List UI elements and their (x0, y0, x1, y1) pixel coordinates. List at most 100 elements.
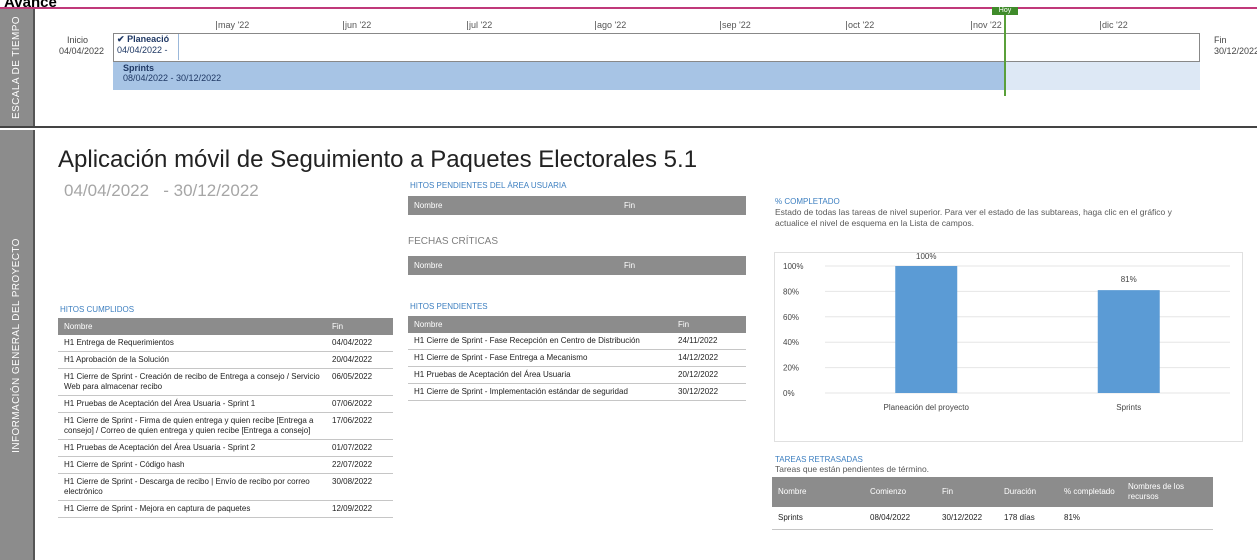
timescale-side-label: ESCALA DE TIEMPO (0, 9, 33, 126)
pct-chart[interactable]: 0% 20% 40% 60% 80% 100% 100% Planeación del pro… (774, 252, 1243, 442)
table-row[interactable]: Sprints 08/04/2022 30/12/2022 178 días 81% (772, 507, 1213, 530)
bar (1097, 290, 1160, 393)
row-fin: 01/07/2022 (326, 439, 393, 457)
col-header: Fin (618, 256, 746, 275)
y-tick-label: 40% (783, 338, 799, 347)
table-cell: 178 días (998, 507, 1058, 530)
info-divider (33, 130, 35, 560)
timescale-start-date: 04/04/2022 (59, 46, 105, 56)
check-icon: ✔ (117, 34, 125, 44)
row-fin: 14/12/2022 (672, 349, 746, 367)
x-category-label: Sprints (1116, 403, 1141, 412)
row-name: H1 Pruebas de Aceptación del Área Usuari… (408, 366, 672, 384)
month-label: sep '22 (720, 20, 751, 30)
month-label: jul '22 (466, 20, 493, 30)
table-cell: 08/04/2022 (864, 507, 936, 530)
row-name: H1 Cierre de Sprint - Descarga de recibo… (58, 473, 326, 501)
milestone-title: Planeació (127, 34, 170, 44)
table-row[interactable]: H1 Aprobación de la Solución 20/04/2022 (58, 351, 393, 369)
retrasadas-description: Tareas que están pendientes de término. (775, 464, 930, 474)
col-header: Fin (936, 477, 998, 507)
table-row[interactable]: H1 Entrega de Requerimientos 04/04/2022 (58, 335, 393, 352)
table-row[interactable]: H1 Pruebas de Aceptación del Área Usuari… (58, 395, 393, 413)
row-name: H1 Cierre de Sprint - Fase Entrega a Mec… (408, 349, 672, 367)
row-name: H1 Cierre de Sprint - Fase Recepción en … (408, 333, 672, 350)
y-tick-label: 0% (783, 389, 795, 398)
col-header: Duración (998, 477, 1058, 507)
row-fin: 30/08/2022 (326, 473, 393, 501)
pct-description: Estado de todas las tareas de nivel supe… (775, 207, 1172, 228)
today-marker (1004, 8, 1006, 96)
bar-chart-svg: 0% 20% 40% 60% 80% 100% 100% Planeación del pro… (783, 252, 1230, 412)
row-fin: 04/04/2022 (326, 335, 393, 352)
col-header: Fin (326, 318, 393, 335)
table-row[interactable]: H1 Pruebas de Aceptación del Área Usuari… (58, 439, 393, 457)
section-label: HITOS CUMPLIDOS (60, 305, 135, 314)
timescale-end-date: 30/12/2022 (1214, 46, 1257, 56)
timeline-bar-sprints[interactable]: Sprints 08/04/2022 - 30/12/2022 (113, 62, 1005, 90)
table-row[interactable]: H1 Cierre de Sprint - Fase Entrega a Mec… (408, 349, 746, 367)
timeline-milestone-planeacion[interactable]: ✔ Planeació 04/04/2022 - (115, 34, 179, 60)
row-name: H1 Cierre de Sprint - Creación de recibo… (58, 368, 326, 396)
col-header: Fin (618, 196, 746, 215)
row-fin: 22/07/2022 (326, 456, 393, 474)
section-label: % COMPLETADO (775, 197, 840, 206)
row-name: H1 Entrega de Requerimientos (58, 335, 326, 352)
table-cell (1122, 507, 1213, 530)
data-label: 81% (1121, 275, 1137, 284)
x-category-label: Planeación del proyecto (884, 403, 970, 412)
section-label: HITOS PENDIENTES DEL ÁREA USUARIA (410, 181, 567, 190)
table-row[interactable]: H1 Cierre de Sprint - Fase Recepción en … (408, 333, 746, 350)
hitos-usuaria-table: Nombre Fin (408, 196, 746, 215)
table-cell: 30/12/2022 (936, 507, 998, 530)
row-name: H1 Cierre de Sprint - Firma de quien ent… (58, 412, 326, 440)
timeline-track[interactable] (113, 33, 1200, 62)
tareas-retrasadas-table: Nombre Comienzo Fin Duración% completado Nom… (772, 477, 1213, 530)
month-label: may '22 (215, 20, 250, 30)
table-row[interactable]: H1 Cierre de Sprint - Implementación est… (408, 383, 746, 401)
month-label: oct '22 (845, 20, 875, 30)
table-row[interactable]: H1 Cierre de Sprint - Mejora en captura … (58, 500, 393, 518)
timeline-bar-remaining (1005, 62, 1200, 90)
col-header: Nombre (408, 196, 618, 215)
y-tick-label: 20% (783, 364, 799, 373)
row-name: H1 Cierre de Sprint - Código hash (58, 456, 326, 474)
table-row[interactable]: H1 Pruebas de Aceptación del Área Usuari… (408, 366, 746, 384)
row-fin: 17/06/2022 (326, 412, 393, 440)
row-name: H1 Aprobación de la Solución (58, 351, 326, 369)
col-header: Nombre (58, 318, 326, 335)
col-header: Nombre (408, 256, 618, 275)
hitos-pendientes-table: Nombre Fin H1 Cierre de Sprint - Fase Rec… (408, 316, 746, 401)
col-header: Fin (672, 316, 746, 333)
month-label: ago '22 (594, 20, 627, 30)
section-label: TAREAS RETRASADAS (775, 455, 863, 464)
row-fin: 20/04/2022 (326, 351, 393, 369)
fechas-criticas-table: Nombre Fin (408, 256, 746, 275)
month-label: jun '22 (342, 20, 372, 30)
hitos-cumplidos-table: Nombre Fin H1 Entrega de Requerimientos 04… (58, 318, 393, 518)
sprint-bar-title: Sprints (123, 63, 155, 73)
project-title: Aplicación móvil de Seguimiento a Paquet… (58, 146, 698, 173)
col-header: Nombre (408, 316, 672, 333)
col-header: % completado (1058, 477, 1122, 507)
row-fin: 12/09/2022 (326, 500, 393, 518)
milestone-date: 04/04/2022 - (117, 45, 168, 55)
table-row[interactable]: H1 Cierre de Sprint - Descarga de recibo… (58, 473, 393, 501)
table-row[interactable]: H1 Cierre de Sprint - Firma de quien ent… (58, 412, 393, 440)
section-label: HITOS PENDIENTES (410, 302, 488, 311)
col-header: Nombre (772, 477, 864, 507)
timescale-start-label: Inicio (67, 35, 89, 45)
month-label: nov '22 (971, 20, 1002, 30)
row-fin: 06/05/2022 (326, 368, 393, 396)
row-fin: 20/12/2022 (672, 366, 746, 384)
row-name: H1 Cierre de Sprint - Implementación est… (408, 383, 672, 401)
table-row[interactable]: H1 Cierre de Sprint - Código hash 22/07/2… (58, 456, 393, 474)
y-tick-label: 100% (783, 262, 803, 271)
bar (895, 266, 958, 393)
table-row[interactable]: H1 Cierre de Sprint - Creación de recibo… (58, 368, 393, 396)
today-flag: Hoy (992, 7, 1018, 15)
row-fin: 07/06/2022 (326, 395, 393, 413)
row-fin: 30/12/2022 (672, 383, 746, 401)
row-fin: 24/11/2022 (672, 333, 746, 350)
col-header: Nombres de los recursos (1122, 477, 1213, 507)
